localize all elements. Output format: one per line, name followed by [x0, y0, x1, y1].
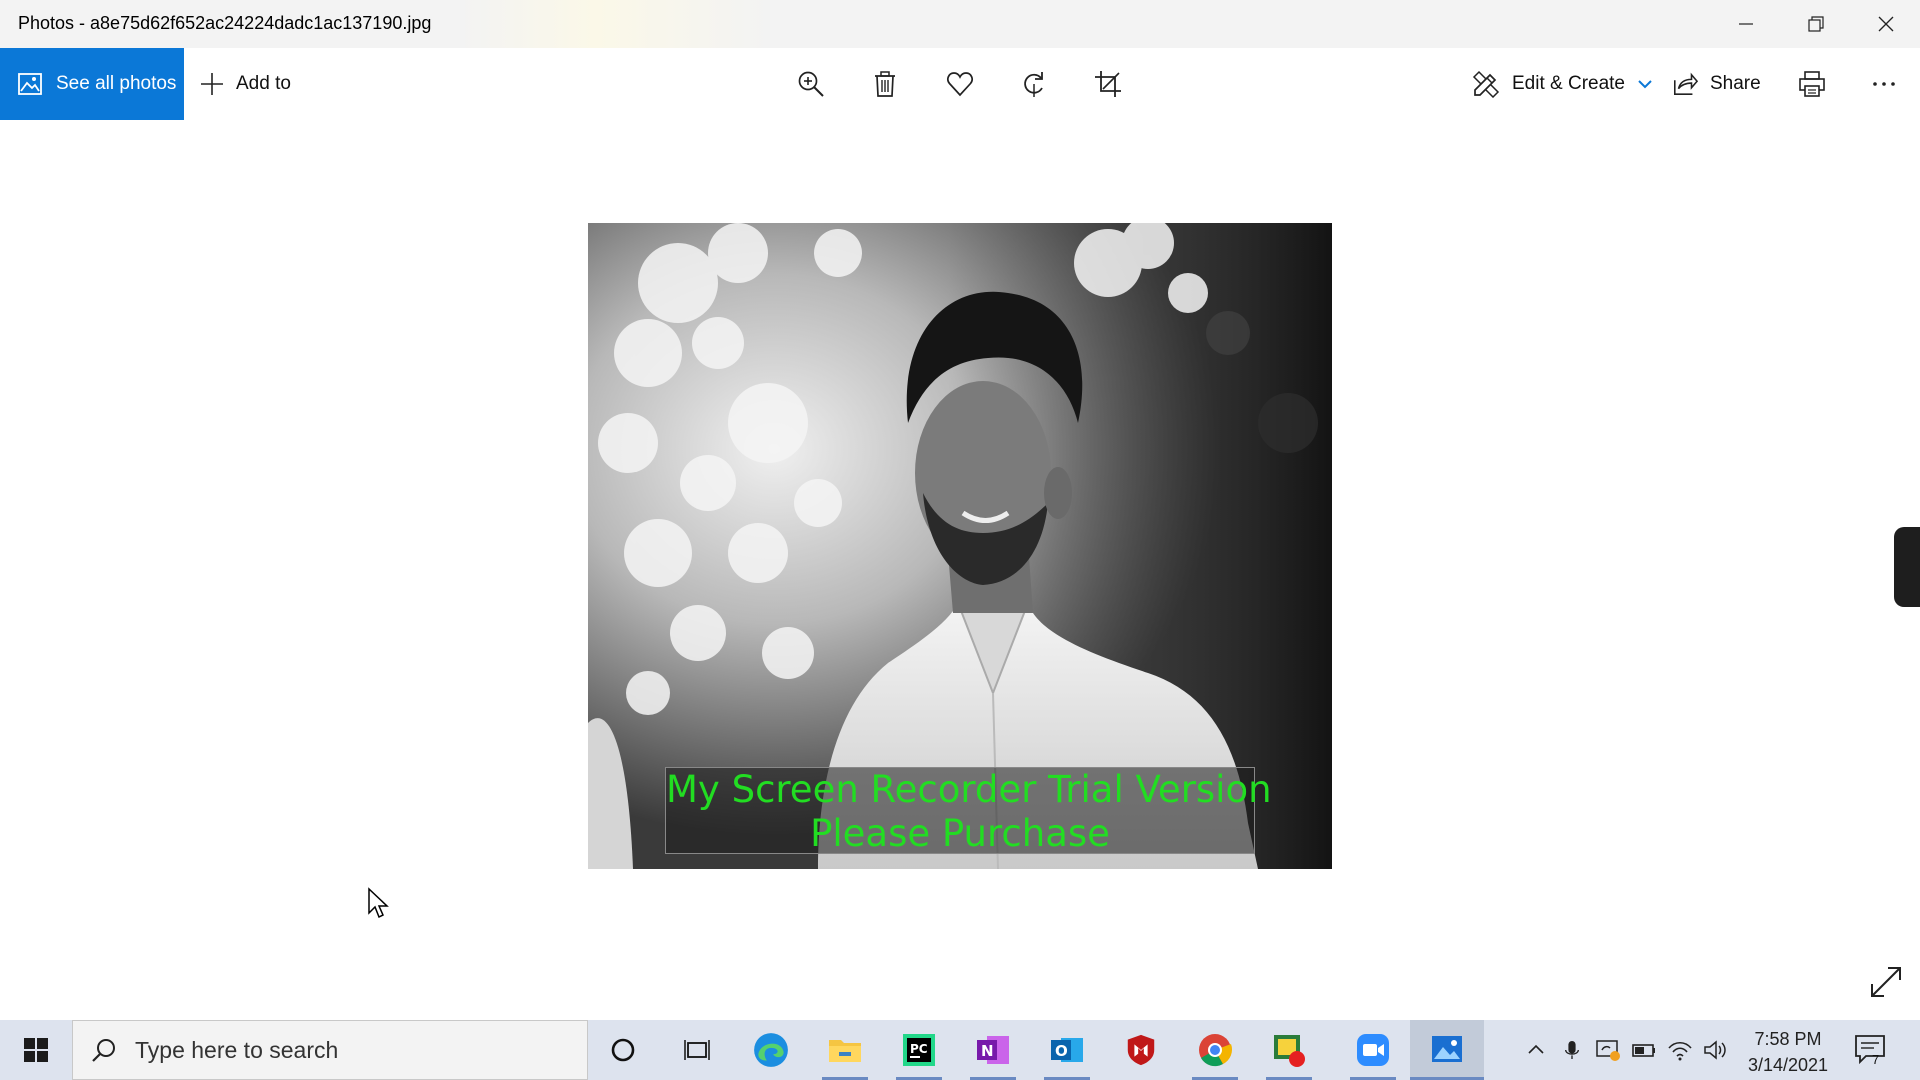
mouse-cursor-icon [368, 887, 389, 919]
notification-icon [1855, 1035, 1885, 1065]
print-button[interactable] [1794, 66, 1830, 102]
more-icon [1873, 82, 1895, 86]
clock-date: 3/14/2021 [1747, 1055, 1829, 1075]
edge-icon [754, 1033, 788, 1067]
print-icon [1799, 71, 1825, 97]
taskbar-mcafee[interactable] [1104, 1020, 1178, 1080]
outlook-icon: O [1051, 1038, 1083, 1062]
wifi-icon [1668, 1041, 1692, 1061]
see-all-photos-button[interactable]: See all photos [0, 48, 184, 120]
chevron-down-icon [1638, 80, 1652, 89]
see-all-photos-label: See all photos [56, 73, 177, 94]
cortana-button[interactable] [586, 1020, 660, 1080]
security-tray[interactable] [1594, 1036, 1622, 1064]
battery-icon [1632, 1044, 1655, 1057]
more-options-button[interactable] [1866, 66, 1902, 102]
wifi-tray[interactable] [1666, 1036, 1694, 1064]
battery-tray[interactable] [1630, 1036, 1658, 1064]
share-button[interactable]: Share [1672, 48, 1761, 120]
favorite-button[interactable] [942, 66, 978, 102]
taskbar-zoom[interactable] [1336, 1020, 1410, 1080]
watermark-banner: My Screen Recorder Trial Version Please … [665, 767, 1272, 855]
zoom-button[interactable] [793, 66, 829, 102]
zoom-video-icon [1357, 1034, 1389, 1066]
minimize-button[interactable] [1712, 0, 1780, 48]
crop-icon [1095, 71, 1121, 97]
volume-tray[interactable] [1702, 1036, 1730, 1064]
pycharm-icon: PC [903, 1034, 935, 1066]
clock-time: 7:58 PM [1754, 1029, 1822, 1049]
mcafee-shield-icon [1127, 1034, 1155, 1066]
taskbar-outlook[interactable]: O [1030, 1020, 1104, 1080]
photos-app-window: Photos - a8e75d62f652ac24224dadc1ac13719… [0, 0, 1920, 1020]
minimize-icon [1739, 23, 1753, 25]
chrome-icon [1199, 1034, 1233, 1067]
security-status-icon [1596, 1040, 1620, 1061]
close-button[interactable] [1852, 0, 1920, 48]
restore-icon [1808, 16, 1824, 32]
share-label: Share [1710, 73, 1761, 94]
rotate-icon [1024, 72, 1043, 97]
rotate-button[interactable] [1016, 66, 1052, 102]
close-icon [1878, 16, 1894, 32]
search-placeholder: Type here to search [135, 1036, 339, 1063]
screen-recorder-icon [1274, 1035, 1305, 1067]
microphone-tray[interactable] [1558, 1036, 1586, 1064]
title-bar: Photos - a8e75d62f652ac24224dadc1ac13719… [0, 0, 1920, 48]
task-view-icon [684, 1040, 710, 1060]
photos-app-icon [1432, 1035, 1462, 1062]
search-icon [92, 1039, 115, 1062]
photo-icon [18, 73, 42, 95]
photo-viewer-image[interactable]: My Screen Recorder Trial Version Please … [588, 223, 1332, 869]
task-view-button[interactable] [660, 1020, 734, 1080]
onenote-icon: N [977, 1036, 1009, 1064]
taskbar-edge[interactable] [734, 1020, 808, 1080]
delete-button[interactable] [867, 66, 903, 102]
folder-icon [829, 1040, 861, 1062]
taskbar-file-explorer[interactable] [808, 1020, 882, 1080]
zoom-icon [798, 71, 824, 97]
taskbar-chrome[interactable] [1178, 1020, 1252, 1080]
share-icon [1673, 72, 1698, 96]
taskbar-pycharm[interactable]: PC [882, 1020, 956, 1080]
taskbar-clock[interactable]: 7:58 PM 3/14/2021 [1734, 1026, 1842, 1078]
edit-create-label: Edit & Create [1512, 73, 1625, 94]
crop-button[interactable] [1090, 66, 1126, 102]
svg-text:PC: PC [910, 1042, 928, 1056]
chevron-up-icon [1528, 1044, 1544, 1054]
add-to-label: Add to [236, 73, 291, 94]
svg-text:O: O [1055, 1042, 1068, 1060]
microphone-icon [1565, 1041, 1579, 1059]
edit-create-button[interactable]: Edit & Create [1472, 48, 1653, 120]
watermark-line-1: My Screen Recorder Trial Version [666, 768, 1272, 811]
expand-icon[interactable] [1868, 964, 1904, 1000]
taskbar-search-box[interactable]: Type here to search [72, 1020, 588, 1080]
windows-logo-icon [24, 1038, 48, 1062]
svg-text:N: N [981, 1042, 994, 1060]
edit-create-icon [1472, 70, 1500, 98]
taskbar-onenote[interactable]: N [956, 1020, 1030, 1080]
plus-icon [201, 73, 223, 95]
show-hidden-icons-button[interactable] [1522, 1036, 1550, 1064]
taskbar: Type here to search PC N O 7:58 PM 3/14/… [0, 1020, 1920, 1080]
start-button[interactable] [0, 1020, 72, 1080]
window-title: Photos - a8e75d62f652ac24224dadc1ac13719… [18, 13, 432, 33]
notification-count: 7 [1872, 1052, 1880, 1067]
restore-button[interactable] [1782, 0, 1850, 48]
taskbar-screen-recorder[interactable] [1252, 1020, 1326, 1080]
cortana-icon [611, 1038, 635, 1062]
speaker-icon [1704, 1040, 1726, 1060]
add-to-button[interactable]: Add to [200, 48, 291, 120]
filmstrip-handle[interactable] [1894, 527, 1920, 607]
delete-icon [875, 71, 895, 97]
toolbar: See all photos Add to Edit & Create Shar… [0, 48, 1920, 120]
heart-icon [947, 72, 973, 97]
taskbar-photos[interactable] [1410, 1020, 1484, 1080]
watermark-line-2: Please Purchase [810, 812, 1110, 855]
action-center-button[interactable]: 7 [1852, 1030, 1892, 1070]
